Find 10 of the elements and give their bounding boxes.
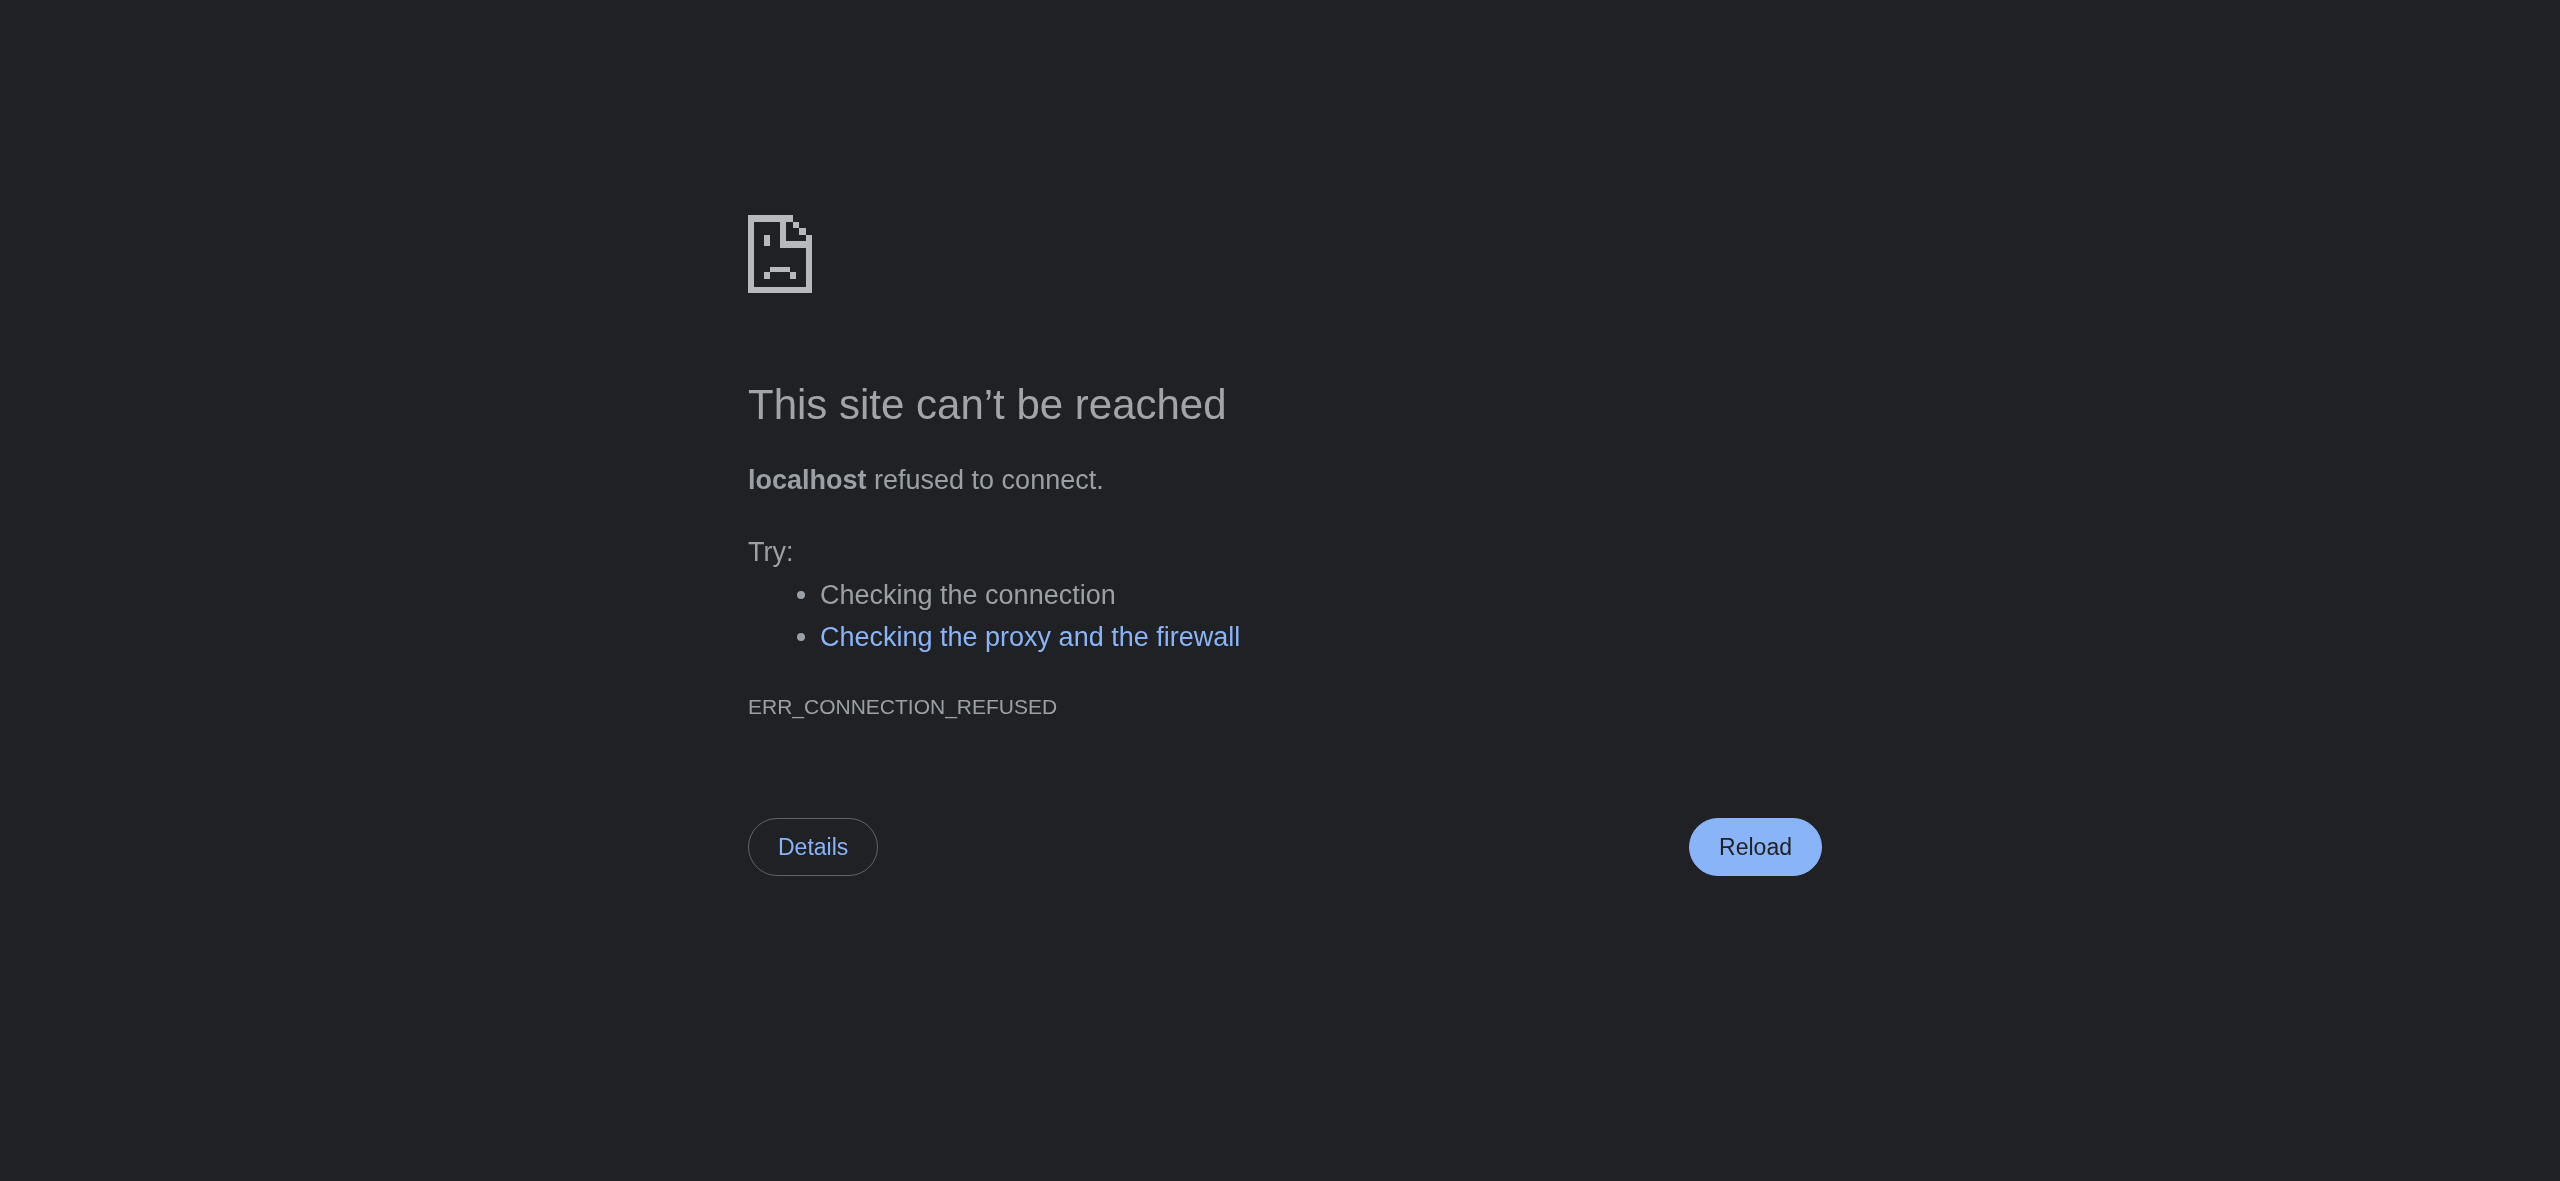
error-code: ERR_CONNECTION_REFUSED (748, 694, 1058, 721)
bullet-icon (797, 591, 805, 599)
reload-button[interactable]: Reload (1689, 818, 1822, 876)
error-message: localhost refused to connect. (748, 464, 1105, 497)
suggestion-link[interactable]: Checking the proxy and the firewall (820, 616, 1241, 658)
sad-page-icon (748, 215, 812, 293)
bullet-icon (797, 633, 805, 641)
suggestion-text: Checking the connection (820, 579, 1116, 612)
error-heading: This site can’t be reached (748, 380, 1228, 430)
suggestions-label: Try: (748, 536, 794, 569)
